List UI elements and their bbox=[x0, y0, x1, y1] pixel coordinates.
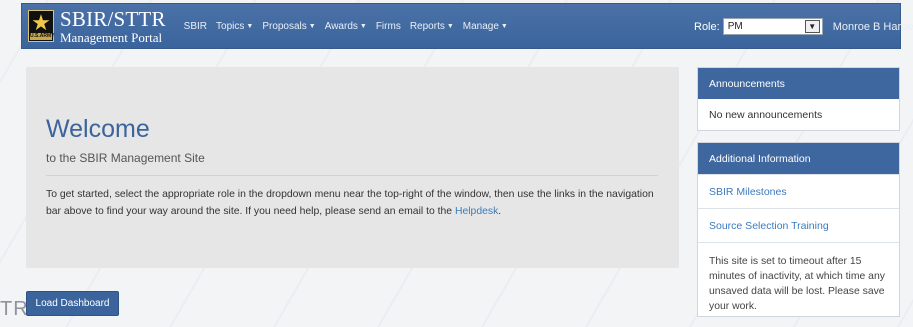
welcome-subtitle: to the SBIR Management Site bbox=[46, 151, 205, 165]
sbir-milestones-link[interactable]: SBIR Milestones bbox=[698, 174, 899, 208]
nav-manage[interactable]: Manage ▼ bbox=[463, 21, 508, 32]
brand-link[interactable]: ★ U.S.ARMY SBIR/STTR Management Portal bbox=[28, 6, 166, 45]
helpdesk-link[interactable]: Helpdesk bbox=[455, 206, 498, 217]
caret-down-icon: ▼ bbox=[308, 22, 316, 30]
welcome-panel: Welcome to the SBIR Management Site To g… bbox=[26, 67, 679, 268]
load-dashboard-button[interactable]: Load Dashboard bbox=[26, 291, 119, 316]
user-name: Monroe B Harden bbox=[832, 20, 913, 33]
army-logo: ★ U.S.ARMY bbox=[28, 10, 54, 42]
background-watermark-text: TR bbox=[0, 298, 29, 320]
chevron-down-icon[interactable]: ▼ bbox=[804, 20, 820, 33]
nav-topics[interactable]: Topics ▼ bbox=[216, 21, 253, 32]
source-selection-training-link[interactable]: Source Selection Training bbox=[698, 208, 899, 242]
role-selected-value: PM bbox=[727, 21, 743, 32]
welcome-title: Welcome bbox=[46, 115, 150, 143]
welcome-instructions: To get started, select the appropriate r… bbox=[46, 189, 654, 217]
nav-proposals[interactable]: Proposals ▼ bbox=[262, 21, 315, 32]
nav-sbir[interactable]: SBIR bbox=[184, 21, 207, 32]
divider bbox=[46, 175, 658, 176]
role-selector: Role: PM ▼ Monroe B Harden▼ bbox=[694, 18, 913, 35]
caret-down-icon: ▼ bbox=[246, 22, 254, 30]
nav-links: SBIR Topics ▼ Proposals ▼ Awards ▼ Firms Re… bbox=[184, 21, 517, 32]
user-menu[interactable]: Monroe B Harden▼ bbox=[833, 21, 913, 33]
caret-down-icon: ▼ bbox=[500, 22, 508, 30]
announcements-message: No new announcements bbox=[709, 109, 823, 121]
role-dropdown[interactable]: PM ▼ bbox=[722, 18, 823, 35]
announcements-header: Announcements bbox=[698, 68, 899, 99]
nav-firms[interactable]: Firms bbox=[376, 21, 401, 32]
nav-reports[interactable]: Reports ▼ bbox=[410, 21, 454, 32]
caret-down-icon: ▼ bbox=[446, 22, 454, 30]
caret-down-icon: ▼ bbox=[359, 22, 367, 30]
additional-info-panel: Additional Information SBIR Milestones S… bbox=[697, 142, 900, 317]
additional-info-header: Additional Information bbox=[698, 143, 899, 174]
announcements-panel: Announcements No new announcements bbox=[697, 67, 900, 131]
nav-awards[interactable]: Awards ▼ bbox=[325, 21, 367, 32]
brand-text: SBIR/STTR Management Portal bbox=[60, 6, 166, 45]
army-logo-badge: U.S.ARMY bbox=[30, 33, 55, 40]
brand-title: SBIR/STTR bbox=[60, 6, 166, 31]
timeout-notice: This site is set to timeout after 15 min… bbox=[698, 242, 899, 325]
star-icon: ★ bbox=[31, 10, 51, 35]
brand-subtitle: Management Portal bbox=[60, 29, 163, 45]
top-navbar: ★ U.S.ARMY SBIR/STTR Management Portal S… bbox=[21, 3, 913, 49]
role-label: Role: bbox=[694, 20, 720, 33]
